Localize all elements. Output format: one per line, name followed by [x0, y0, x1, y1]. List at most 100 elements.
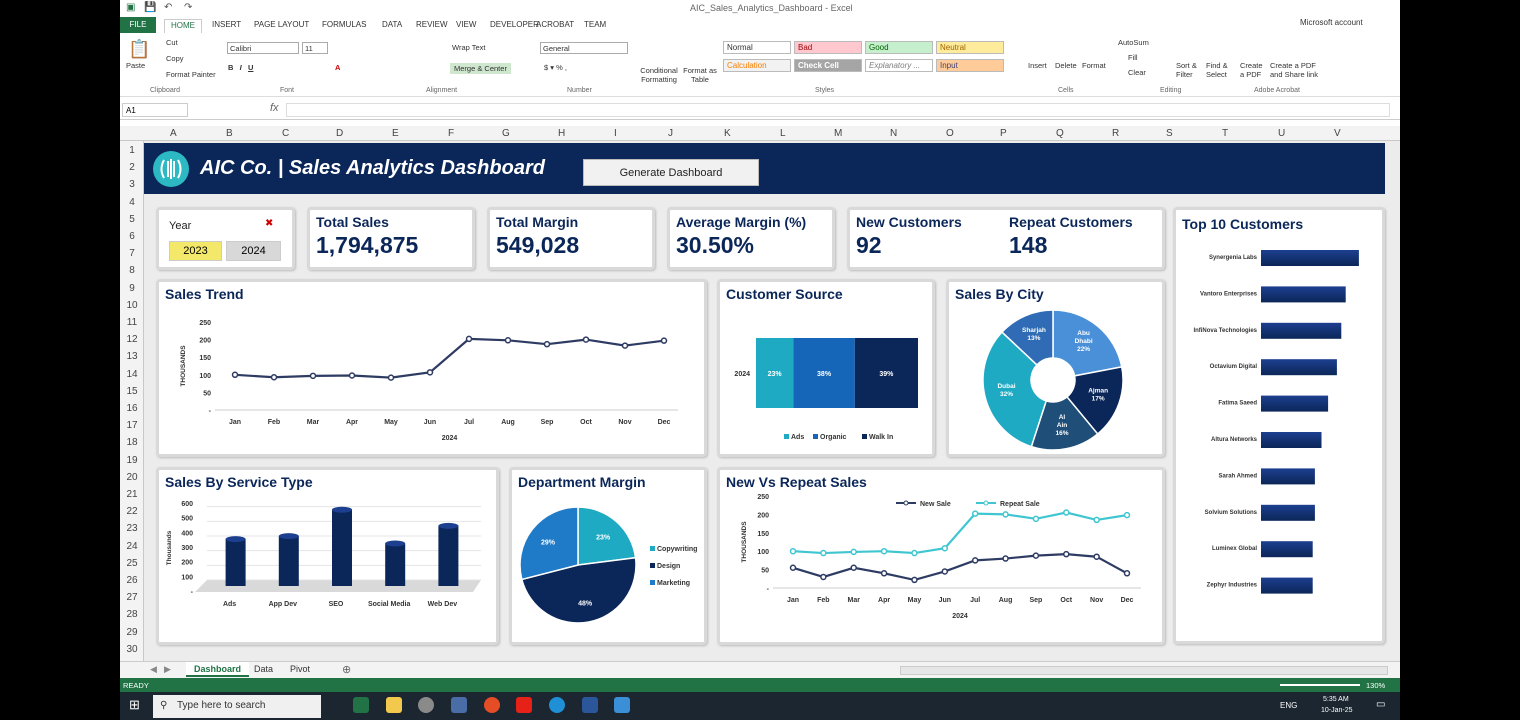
file-explorer-icon[interactable] [386, 697, 402, 713]
bold-icon[interactable]: B I U [228, 63, 253, 72]
column-header-cell[interactable]: N [890, 128, 897, 139]
row-header-cell[interactable]: 7 [120, 248, 144, 259]
next-sheet-icon[interactable]: ▶ [164, 664, 171, 675]
ribbon-tab-team[interactable]: TEAM [578, 19, 612, 33]
column-header-cell[interactable]: O [946, 128, 954, 139]
row-header-cell[interactable]: 8 [120, 265, 144, 276]
sheet-tab-data[interactable]: Data [246, 662, 281, 677]
ribbon-tab-view[interactable]: VIEW [450, 19, 482, 33]
add-sheet-icon[interactable]: ⊕ [342, 663, 351, 676]
ribbon-tab-acrobat[interactable]: ACROBAT [530, 19, 580, 33]
sheet-tab-dashboard[interactable]: Dashboard [186, 662, 250, 677]
style-bad[interactable]: Bad [794, 41, 862, 54]
row-header-cell[interactable]: 12 [120, 334, 144, 345]
sort-filter-button[interactable]: Sort & Filter [1176, 61, 1206, 79]
paste-button[interactable]: Paste [126, 61, 145, 70]
insert-cells-button[interactable]: Insert [1028, 61, 1047, 70]
font-name-select[interactable]: Calibri [227, 42, 299, 54]
row-header-cell[interactable]: 19 [120, 455, 144, 466]
taskbar-search[interactable]: Type here to search [153, 695, 321, 718]
currency-icon[interactable]: $ ▾ % , [544, 63, 567, 72]
copy-button[interactable]: Copy [166, 54, 184, 63]
fx-icon[interactable]: fx [270, 102, 279, 114]
row-header-cell[interactable]: 28 [120, 609, 144, 620]
ribbon-tab-page-layout[interactable]: PAGE LAYOUT [248, 19, 315, 33]
ribbon-tab-formulas[interactable]: FORMULAS [316, 19, 372, 33]
style-explanatory[interactable]: Explanatory ... [865, 59, 933, 72]
year-option-2024[interactable]: 2024 [226, 241, 281, 261]
row-header-cell[interactable]: 6 [120, 231, 144, 242]
app-icon[interactable] [451, 697, 467, 713]
wrap-text-button[interactable]: Wrap Text [452, 43, 486, 52]
format-painter-button[interactable]: Format Painter [166, 70, 216, 79]
zoom-level[interactable]: 130% [1366, 681, 1385, 690]
youtube-icon[interactable] [516, 697, 532, 713]
style-check-cell[interactable]: Check Cell [794, 59, 862, 72]
chrome-icon[interactable] [484, 697, 500, 713]
row-header-cell[interactable]: 25 [120, 558, 144, 569]
row-header-cell[interactable]: 22 [120, 506, 144, 517]
column-header-cell[interactable]: V [1334, 128, 1341, 139]
row-header-cell[interactable]: 2 [120, 162, 144, 173]
font-size-select[interactable]: 11 [302, 42, 328, 54]
merge-center-button[interactable]: Merge & Center [450, 63, 511, 74]
style-good[interactable]: Good [865, 41, 933, 54]
format-as-table-button[interactable]: Format as Table [683, 66, 717, 84]
format-cells-button[interactable]: Format [1082, 61, 1106, 70]
column-header-cell[interactable]: J [668, 128, 673, 139]
row-header-cell[interactable]: 18 [120, 437, 144, 448]
row-header-cell[interactable]: 17 [120, 420, 144, 431]
style-input[interactable]: Input [936, 59, 1004, 72]
save-icon[interactable]: 💾 [144, 2, 156, 13]
column-header-cell[interactable]: L [780, 128, 786, 139]
column-header-cell[interactable]: E [392, 128, 399, 139]
delete-cells-button[interactable]: Delete [1055, 61, 1077, 70]
language-indicator[interactable]: ENG [1280, 701, 1297, 710]
row-header-cell[interactable]: 21 [120, 489, 144, 500]
undo-icon[interactable]: ↶ [164, 2, 172, 13]
column-header-cell[interactable]: B [226, 128, 233, 139]
word-icon[interactable] [582, 697, 598, 713]
excel-taskbar-icon[interactable] [353, 697, 369, 713]
generate-dashboard-button[interactable]: Generate Dashboard [583, 159, 759, 186]
column-header-cell[interactable]: A [170, 128, 177, 139]
row-header-cell[interactable]: 16 [120, 403, 144, 414]
ribbon-tab-review[interactable]: REVIEW [410, 19, 454, 33]
row-header-cell[interactable]: 29 [120, 627, 144, 638]
year-option-2023[interactable]: 2023 [169, 241, 222, 261]
app-store-icon[interactable] [614, 697, 630, 713]
clock-date[interactable]: 10-Jan-25 [1321, 707, 1353, 714]
column-header-cell[interactable]: G [502, 128, 510, 139]
column-header-cell[interactable]: D [336, 128, 343, 139]
column-header-cell[interactable]: S [1166, 128, 1173, 139]
column-header-cell[interactable]: P [1000, 128, 1007, 139]
ribbon-tab-file[interactable]: FILE [120, 17, 156, 33]
row-header-cell[interactable]: 13 [120, 351, 144, 362]
row-header-cell[interactable]: 15 [120, 386, 144, 397]
row-header-cell[interactable]: 1 [120, 145, 144, 156]
row-header-cell[interactable]: 10 [120, 300, 144, 311]
row-header-cell[interactable]: 27 [120, 592, 144, 603]
sheet-tab-pivot[interactable]: Pivot [282, 662, 318, 677]
row-header-cell[interactable]: 23 [120, 523, 144, 534]
row-header-cell[interactable]: 30 [120, 644, 144, 655]
column-header-cell[interactable]: M [834, 128, 842, 139]
column-header-cell[interactable]: H [558, 128, 565, 139]
edge-icon[interactable] [549, 697, 565, 713]
paste-icon[interactable]: 📋 [128, 39, 150, 60]
number-format-select[interactable]: General [540, 42, 628, 54]
row-header-cell[interactable]: 14 [120, 369, 144, 380]
fill-button[interactable]: Fill [1128, 53, 1138, 62]
column-header-cell[interactable]: T [1222, 128, 1228, 139]
style-neutral[interactable]: Neutral [936, 41, 1004, 54]
row-header-cell[interactable]: 5 [120, 214, 144, 225]
ribbon-tab-home[interactable]: HOME [164, 19, 202, 33]
create-pdf-share-button[interactable]: Create a PDF and Share link [1270, 61, 1320, 79]
create-pdf-button[interactable]: Create a PDF [1240, 61, 1268, 79]
row-header-cell[interactable]: 9 [120, 283, 144, 294]
ribbon-tab-insert[interactable]: INSERT [206, 19, 247, 33]
row-header-cell[interactable]: 20 [120, 472, 144, 483]
clock-time[interactable]: 5:35 AM [1323, 696, 1349, 703]
font-color-icon[interactable]: A [335, 63, 340, 72]
notification-icon[interactable]: ▭ [1376, 699, 1385, 710]
